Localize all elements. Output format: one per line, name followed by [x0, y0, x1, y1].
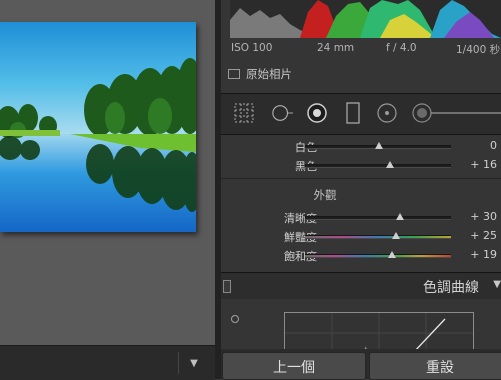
- tone-curve-plot: [285, 313, 473, 354]
- exif-shutter: 1/400 秒: [456, 44, 501, 56]
- tone-curve-graph[interactable]: [284, 312, 474, 354]
- reset-button[interactable]: 重設: [369, 352, 501, 380]
- collapse-triangle-icon[interactable]: ▼: [493, 279, 501, 290]
- graduated-filter-icon[interactable]: [342, 102, 364, 124]
- filmstrip-separator: [178, 352, 179, 374]
- slider-row-clarity: 清晰度 + 30: [221, 209, 501, 225]
- red-eye-icon[interactable]: [306, 102, 328, 124]
- exif-info: ISO 100 24 mm f / 4.0 1/400 秒: [230, 40, 501, 56]
- exif-iso: ISO 100: [231, 42, 273, 54]
- histogram-graph: [230, 0, 501, 38]
- saturation-slider-thumb[interactable]: [387, 251, 396, 258]
- slider-row-vibrance: 鮮豔度 + 25: [221, 228, 501, 244]
- exif-focal-length: 24 mm: [317, 42, 355, 54]
- blacks-slider-thumb[interactable]: [385, 161, 394, 168]
- tone-curve-header[interactable]: 色調曲線 ▼: [221, 272, 501, 300]
- previous-button-label: 上一個: [273, 360, 315, 376]
- vibrance-slider-track[interactable]: [305, 232, 451, 239]
- whites-slider-thumb[interactable]: [375, 142, 384, 149]
- clarity-slider-thumb[interactable]: [395, 213, 404, 220]
- clarity-slider-track[interactable]: [305, 213, 451, 220]
- filmstrip-bar: [0, 345, 215, 380]
- landscape-photo: [0, 22, 196, 232]
- histogram: [230, 0, 501, 38]
- tone-curve-body: [221, 299, 501, 354]
- vibrance-slider-thumb[interactable]: [391, 232, 400, 239]
- original-photo-toggle[interactable]: 原始相片: [228, 64, 498, 84]
- tone-curve-title: 色調曲線: [423, 280, 479, 296]
- original-photo-label: 原始相片: [246, 67, 292, 81]
- adjustment-brush-icon[interactable]: [411, 102, 501, 124]
- clarity-value[interactable]: + 30: [459, 210, 497, 223]
- presence-title: 外觀: [313, 188, 337, 202]
- tool-strip: [221, 93, 501, 135]
- presence-section-header: 外觀: [221, 186, 501, 202]
- spot-removal-icon[interactable]: [271, 102, 293, 124]
- section-divider: [221, 178, 501, 179]
- target-adjust-icon[interactable]: [231, 315, 239, 323]
- whites-slider-track[interactable]: [305, 142, 451, 149]
- slider-row-saturation: 飽和度 + 19: [221, 247, 501, 263]
- reset-button-label: 重設: [426, 360, 454, 376]
- radial-filter-icon[interactable]: [376, 102, 398, 124]
- blacks-value[interactable]: + 16: [459, 158, 497, 171]
- saturation-slider-track[interactable]: [305, 251, 451, 258]
- original-photo-checkbox[interactable]: [228, 69, 240, 79]
- saturation-value[interactable]: + 19: [459, 248, 497, 261]
- slider-row-whites: 白色 0: [221, 138, 501, 154]
- whites-value[interactable]: 0: [459, 139, 497, 152]
- slider-row-blacks: 黑色 + 16: [221, 157, 501, 173]
- exif-aperture: f / 4.0: [386, 42, 417, 54]
- photo-preview[interactable]: [0, 22, 196, 232]
- previous-button[interactable]: 上一個: [222, 352, 366, 380]
- crop-grid-icon[interactable]: [233, 102, 255, 124]
- blacks-slider-track[interactable]: [305, 161, 451, 168]
- vibrance-value[interactable]: + 25: [459, 229, 497, 242]
- bottom-button-row: 上一個 重設: [221, 349, 501, 380]
- panel-switch-icon[interactable]: [223, 280, 231, 293]
- filmstrip-toggle-icon[interactable]: ▼: [186, 356, 202, 372]
